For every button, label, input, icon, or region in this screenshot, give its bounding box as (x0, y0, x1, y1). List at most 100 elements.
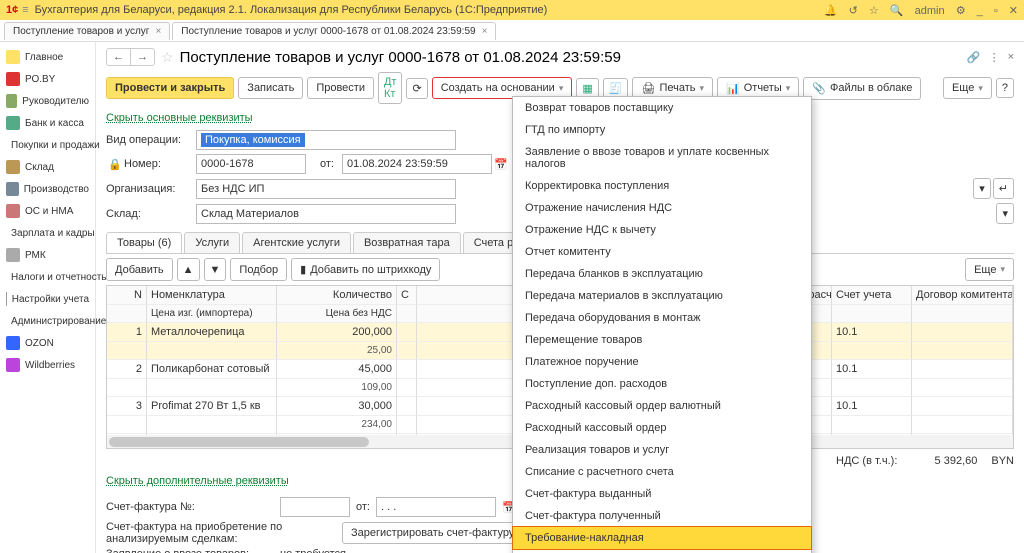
sidebar-item-salary[interactable]: Зарплата и кадры (0, 222, 95, 244)
menu-item[interactable]: Отражение НДС к вычету (513, 219, 811, 241)
lock-icon[interactable]: 🔒 (106, 158, 124, 171)
select-button[interactable]: Подбор (230, 258, 287, 281)
menu-item[interactable]: ГТД по импорту (513, 119, 811, 141)
restore-icon[interactable]: ▫ (994, 5, 998, 17)
tab-list[interactable]: Поступление товаров и услуг × (4, 22, 170, 40)
cloud-files-button[interactable]: 📎 Файлы в облаке (803, 77, 921, 100)
sf-num-field[interactable] (280, 497, 350, 517)
field-extra-button[interactable]: ▾ (973, 178, 991, 199)
sidebar-item-settings[interactable]: Настройки учета (0, 288, 95, 310)
sf-date-field[interactable]: . . . (376, 497, 496, 517)
menu-item[interactable]: Поступление доп. расходов (513, 373, 811, 395)
menu-item[interactable]: Перемещение товаров (513, 329, 811, 351)
star-icon[interactable]: ☆ (869, 5, 879, 17)
sidebar-item-wb[interactable]: Wildberries (0, 354, 95, 376)
field-extra-button[interactable]: ▾ (996, 203, 1014, 224)
menu-item[interactable]: Списание с расчетного счета (513, 461, 811, 483)
nav-arrows[interactable]: ← → (106, 48, 155, 66)
minimize-icon[interactable]: _ (977, 5, 983, 17)
menu-item[interactable]: Передача материалов в эксплуатацию (513, 285, 811, 307)
hide-extra-link[interactable]: Скрыть дополнительные реквизиты (106, 475, 289, 487)
col-qty[interactable]: Количество (277, 286, 397, 305)
favorite-icon[interactable]: ☆ (161, 49, 174, 66)
menu-item[interactable]: Передача оборудования в монтаж (513, 307, 811, 329)
menu-item[interactable]: Реализация товаров и услуг (513, 439, 811, 461)
post-button[interactable]: Провести (307, 77, 374, 99)
down-icon[interactable]: ▼ (204, 258, 227, 281)
user-label[interactable]: admin (915, 5, 945, 17)
more-button[interactable]: Еще (943, 77, 992, 99)
col-schu[interactable]: Счет учета (832, 286, 912, 305)
number-field[interactable]: 0000-1678 (196, 154, 306, 174)
menu-item[interactable]: Расходный кассовый ордер (513, 417, 811, 439)
sidebar-item-stock[interactable]: Склад (0, 156, 95, 178)
add-button[interactable]: Добавить (106, 258, 173, 281)
col-dog[interactable]: Договор комитента (912, 286, 1013, 305)
close-icon[interactable]: × (155, 26, 161, 37)
date-field[interactable]: 01.08.2024 23:59:59 (342, 154, 492, 174)
barcode-button[interactable]: ▮ Добавить по штрихкоду (291, 258, 440, 281)
settings-icon[interactable]: ⚙ (956, 5, 966, 17)
menu-item[interactable]: Заявление о ввозе товаров и уплате косве… (513, 141, 811, 175)
tab-goods[interactable]: Товары (6) (106, 232, 182, 253)
calendar-icon[interactable]: 📅 (492, 158, 510, 171)
menu-item[interactable]: Установка цен номенклатуры по ценам изг-… (513, 549, 811, 553)
hide-main-link[interactable]: Скрыть основные реквизиты (106, 112, 253, 124)
menu-item[interactable]: Счет-фактура полученный (513, 505, 811, 527)
menu-item[interactable]: Требование-накладная (512, 526, 812, 550)
post-close-button[interactable]: Провести и закрыть (106, 77, 234, 99)
sidebar-item-prod[interactable]: Производство (0, 178, 95, 200)
dt-kt-icon[interactable]: ДтКт (378, 72, 403, 104)
sf-register-sf-button[interactable]: Зарегистрировать счет-фактуру (342, 522, 523, 544)
sidebar-item-os[interactable]: ОС и НМА (0, 200, 95, 222)
burger-icon[interactable]: ≡ (22, 4, 28, 16)
menu-item[interactable]: Платежное поручение (513, 351, 811, 373)
col-sh[interactable]: С (397, 286, 417, 305)
close-doc-icon[interactable]: × (1008, 51, 1014, 64)
close-icon[interactable]: × (482, 26, 488, 37)
sidebar-item-tax[interactable]: Налоги и отчетность (0, 266, 95, 288)
history-icon[interactable]: ↺ (849, 5, 858, 17)
sidebar-item-roby[interactable]: РО.BY (0, 68, 95, 90)
tab-document[interactable]: Поступление товаров и услуг 0000-1678 от… (172, 22, 496, 40)
col-nom[interactable]: Номенклатура (147, 286, 277, 305)
operation-field[interactable]: Покупка, комиссия (196, 130, 456, 150)
menu-item[interactable]: Корректировка поступления (513, 175, 811, 197)
forward-icon[interactable]: → (131, 49, 154, 65)
sidebar-item-bank[interactable]: Банк и касса (0, 112, 95, 134)
create-based-menu: Возврат товаров поставщикуГТД по импорту… (512, 96, 812, 553)
sidebar-item-rmk[interactable]: РМК (0, 244, 95, 266)
menu-item[interactable]: Возврат товаров поставщику (513, 97, 811, 119)
sidebar-item-ozon[interactable]: OZON (0, 332, 95, 354)
bell-icon[interactable]: 🔔 (824, 5, 838, 17)
more-icon[interactable]: ⋮ (989, 51, 1000, 64)
write-button[interactable]: Записать (238, 77, 303, 99)
sidebar-item-admin[interactable]: Администрирование (0, 310, 95, 332)
sidebar-item-manager[interactable]: Руководителю (0, 90, 95, 112)
app-logo: 1¢ (6, 4, 18, 16)
menu-item[interactable]: Отражение начисления НДС (513, 197, 811, 219)
org-field[interactable]: Без НДС ИП (196, 179, 456, 199)
list-more-button[interactable]: Еще (965, 258, 1014, 281)
help-icon[interactable]: ? (996, 78, 1014, 98)
tab-tara[interactable]: Возвратная тара (353, 232, 461, 253)
sidebar-item-sales[interactable]: Покупки и продажи (0, 134, 95, 156)
menu-item[interactable]: Расходный кассовый ордер валютный (513, 395, 811, 417)
tab-agent[interactable]: Агентские услуги (242, 232, 351, 253)
search-icon[interactable]: 🔍 (890, 5, 904, 17)
stock-field[interactable]: Склад Материалов (196, 204, 456, 224)
menu-item[interactable]: Передача бланков в эксплуатацию (513, 263, 811, 285)
menu-item[interactable]: Счет-фактура выданный (513, 483, 811, 505)
refresh-icon[interactable]: ⟳ (406, 78, 427, 99)
close-window-icon[interactable]: ✕ (1009, 5, 1018, 17)
up-icon[interactable]: ▲ (177, 258, 200, 281)
sidebar-item-main[interactable]: Главное (0, 46, 95, 68)
field-open-button[interactable]: ↵ (993, 178, 1014, 199)
menu-item[interactable]: Отчет комитенту (513, 241, 811, 263)
link-icon[interactable]: 🔗 (967, 51, 981, 64)
wb-icon (6, 358, 20, 372)
col-n[interactable]: N (107, 286, 147, 305)
tab-services[interactable]: Услуги (184, 232, 240, 253)
back-icon[interactable]: ← (107, 49, 131, 65)
sf-buy-label: Счет-фактура на приобретение по анализир… (106, 521, 336, 545)
